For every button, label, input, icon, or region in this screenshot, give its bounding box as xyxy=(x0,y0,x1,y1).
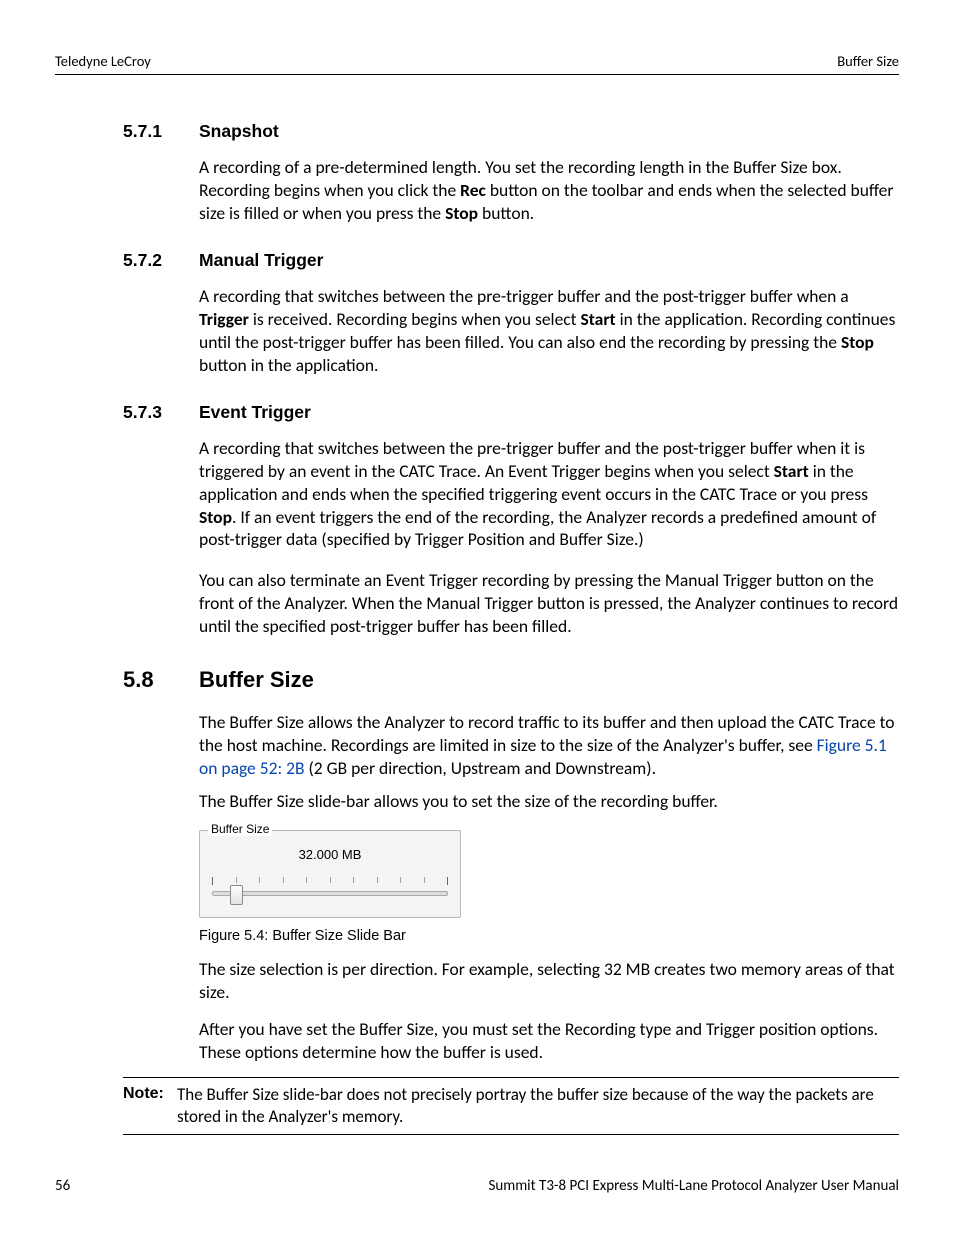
buffer-size-slider[interactable] xyxy=(212,877,448,903)
bold-rec: Rec xyxy=(460,179,486,201)
figure-5-4: Buffer Size 32.000 MB xyxy=(199,830,899,918)
note-block: Note: The Buffer Size slide-bar does not… xyxy=(123,1077,899,1135)
note-text: The Buffer Size slide-bar does not preci… xyxy=(177,1084,899,1128)
bold-stop: Stop xyxy=(199,506,232,528)
groupbox-legend: Buffer Size xyxy=(208,822,272,836)
page-header: Teledyne LeCroy Buffer Size xyxy=(55,52,899,75)
page-content: 5.7.1 Snapshot A recording of a pre-dete… xyxy=(55,121,899,1135)
text: A recording that switches between the pr… xyxy=(199,285,849,307)
text: A recording that switches between the pr… xyxy=(199,437,865,482)
slider-rail xyxy=(212,891,448,896)
text: . If an event triggers the end of the re… xyxy=(199,506,876,551)
para-5-8-a: The Buffer Size allows the Analyzer to r… xyxy=(199,711,899,779)
text: is received. Recording begins when you s… xyxy=(249,308,581,330)
text: button in the application. xyxy=(199,354,378,376)
text: The Buffer Size allows the Analyzer to r… xyxy=(199,711,895,756)
heading-5-7-2: 5.7.2 Manual Trigger xyxy=(123,250,899,271)
para-5-8-b: The Buffer Size slide-bar allows you to … xyxy=(199,790,899,813)
text: (2 GB per direction, Upstream and Downst… xyxy=(304,757,656,779)
heading-number: 5.7.2 xyxy=(123,250,199,271)
bold-start: Start xyxy=(774,460,809,482)
para-5-7-3-b: You can also terminate an Event Trigger … xyxy=(199,569,899,637)
buffer-size-value: 32.000 MB xyxy=(200,847,460,862)
bold-start: Start xyxy=(581,308,616,330)
slider-ticks xyxy=(212,877,448,885)
bold-stop: Stop xyxy=(841,331,874,353)
note-label: Note: xyxy=(123,1084,177,1128)
heading-title: Event Trigger xyxy=(199,402,311,423)
bold-stop: Stop xyxy=(445,202,478,224)
para-5-7-1: A recording of a pre-determined length. … xyxy=(199,156,899,224)
bold-trigger: Trigger xyxy=(199,308,249,330)
heading-number: 5.7.1 xyxy=(123,121,199,142)
heading-title: Buffer Size xyxy=(199,667,314,693)
slider-thumb[interactable] xyxy=(230,885,243,905)
page-footer: 56 Summit T3-8 PCI Express Multi-Lane Pr… xyxy=(55,1177,899,1195)
figure-caption: Figure 5.4: Buffer Size Slide Bar xyxy=(199,928,899,944)
heading-5-7-1: 5.7.1 Snapshot xyxy=(123,121,899,142)
heading-5-8: 5.8 Buffer Size xyxy=(123,667,899,693)
buffer-size-groupbox: Buffer Size 32.000 MB xyxy=(199,830,461,918)
header-left: Teledyne LeCroy xyxy=(55,52,151,70)
heading-5-7-3: 5.7.3 Event Trigger xyxy=(123,402,899,423)
heading-number: 5.8 xyxy=(123,667,199,693)
para-5-8-d: After you have set the Buffer Size, you … xyxy=(199,1018,899,1064)
header-right: Buffer Size xyxy=(837,52,899,70)
page: Teledyne LeCroy Buffer Size 5.7.1 Snapsh… xyxy=(0,0,954,1235)
para-5-7-3-a: A recording that switches between the pr… xyxy=(199,437,899,551)
text: button. xyxy=(478,202,534,224)
heading-number: 5.7.3 xyxy=(123,402,199,423)
para-5-7-2: A recording that switches between the pr… xyxy=(199,285,899,376)
para-5-8-c: The size selection is per direction. For… xyxy=(199,958,899,1004)
heading-title: Manual Trigger xyxy=(199,250,323,271)
document-title: Summit T3-8 PCI Express Multi-Lane Proto… xyxy=(488,1177,899,1195)
heading-title: Snapshot xyxy=(199,121,279,142)
page-number: 56 xyxy=(55,1177,70,1195)
